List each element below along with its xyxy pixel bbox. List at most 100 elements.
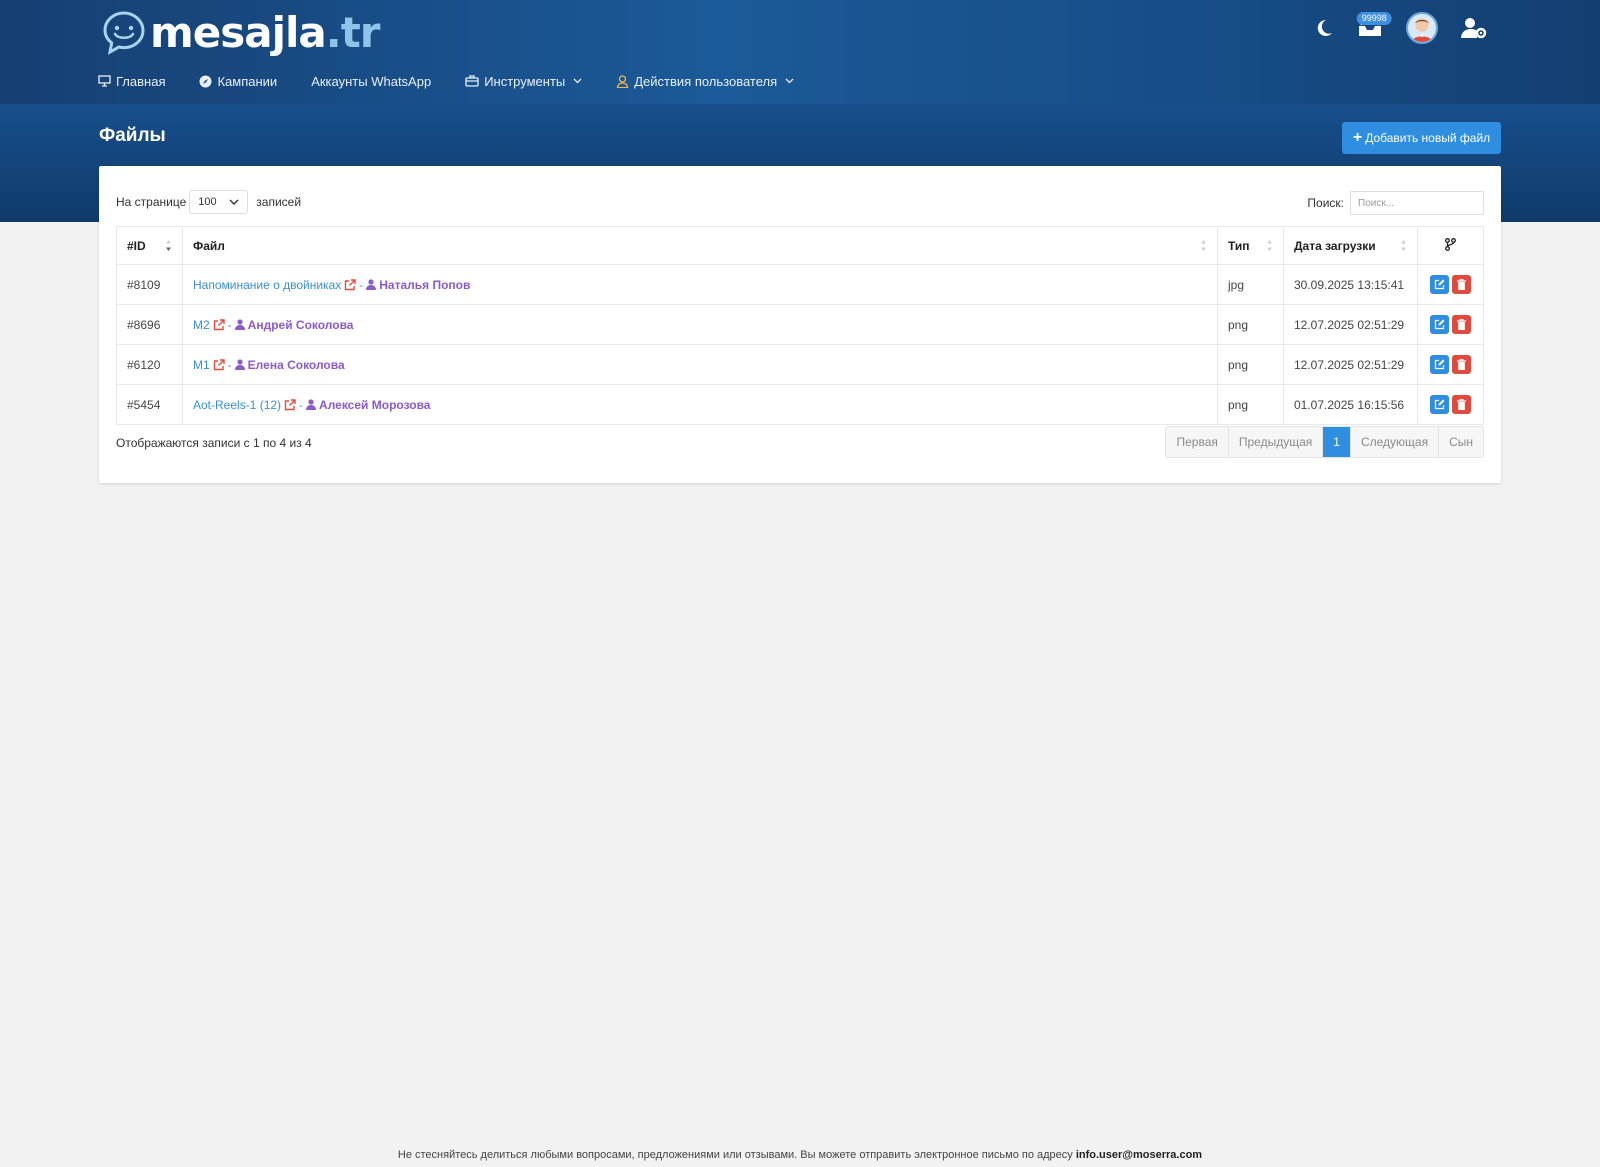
files-table: #ID Файл Тип Дата загрузки #8109 Напомин…: [116, 226, 1484, 425]
pagination: Первая Предыдущая 1 Следующая Сын: [1165, 426, 1484, 458]
header-type-label: Тип: [1228, 238, 1250, 253]
external-link-icon[interactable]: [213, 358, 225, 371]
cell-actions: [1417, 384, 1484, 425]
external-link-icon[interactable]: [344, 278, 356, 291]
column-header-date[interactable]: Дата загрузки: [1283, 226, 1418, 265]
owner-name: Елена Соколова: [247, 357, 345, 372]
footer-email[interactable]: info.user@moserra.com: [1076, 1149, 1202, 1161]
user-icon: [366, 278, 377, 290]
delete-button[interactable]: [1452, 275, 1471, 294]
sort-icon: [1201, 240, 1206, 251]
delete-button[interactable]: [1452, 355, 1471, 374]
sort-icon: [1267, 240, 1272, 251]
page-next[interactable]: Следующая: [1350, 427, 1440, 457]
user-avatar-icon: [1411, 18, 1433, 42]
edit-button[interactable]: [1430, 355, 1449, 374]
table-header-row: #ID Файл Тип Дата загрузки: [116, 226, 1484, 265]
cell-type: png: [1217, 384, 1284, 425]
cell-id: #8696: [116, 304, 183, 345]
trash-icon: [1457, 279, 1466, 290]
nav-user-actions[interactable]: Действия пользователя: [616, 70, 794, 92]
column-header-id[interactable]: #ID: [116, 226, 183, 265]
notifications-button[interactable]: 99998: [1356, 12, 1392, 40]
delete-button[interactable]: [1452, 395, 1471, 414]
user-icon: [234, 318, 245, 330]
search: Поиск:: [1307, 191, 1484, 215]
nav-home-label: Главная: [116, 73, 166, 89]
per-page-value: 100: [198, 196, 217, 208]
main-nav: Главная Кампании Аккаунты WhatsApp Инстр…: [98, 70, 828, 92]
owner-name: Андрей Соколова: [247, 317, 354, 332]
footer-text: Не стесняйтесь делиться любыми вопросами…: [397, 1149, 1073, 1161]
edit-icon: [1434, 399, 1445, 410]
edit-icon: [1434, 319, 1445, 330]
table-row: #5454 Aot-Reels-1 (12) - Алексей Морозова pn…: [116, 384, 1484, 425]
logo[interactable]: mesajla.tr: [100, 8, 380, 58]
nav-tools-label: Инструменты: [484, 73, 566, 89]
cell-date: 01.07.2025 16:15:56: [1283, 384, 1418, 425]
column-header-type[interactable]: Тип: [1217, 226, 1284, 265]
cell-date: 30.09.2025 13:15:41: [1283, 264, 1418, 305]
external-link-icon[interactable]: [213, 318, 225, 331]
cell-id: #6120: [116, 344, 183, 385]
file-owner[interactable]: Андрей Соколова: [234, 317, 354, 332]
edit-button[interactable]: [1430, 395, 1449, 414]
top-bar: mesajla.tr 99998 Главная Кампании Аккаун…: [0, 0, 1600, 104]
file-owner[interactable]: Елена Соколова: [234, 357, 345, 372]
table-row: #8109 Напоминание о двойниках - Наталья Поп…: [116, 264, 1484, 305]
page-prev[interactable]: Предыдущая: [1228, 427, 1324, 457]
owner-name: Алексей Морозова: [319, 397, 431, 412]
monitor-icon: [98, 75, 111, 87]
nav-whatsapp-accounts[interactable]: Аккаунты WhatsApp: [311, 70, 431, 92]
file-link[interactable]: Напоминание о двойниках: [193, 278, 341, 292]
logo-text: mesajla.tr: [150, 8, 380, 57]
file-link[interactable]: M1: [193, 358, 210, 372]
external-link-icon[interactable]: [284, 398, 296, 411]
separator: -: [299, 397, 304, 412]
delete-button[interactable]: [1452, 315, 1471, 334]
compass-icon: [199, 75, 212, 87]
cell-actions: [1417, 264, 1484, 305]
avatar[interactable]: [1406, 12, 1438, 44]
records-label: записей: [256, 195, 302, 209]
search-input[interactable]: [1350, 191, 1484, 215]
trash-icon: [1457, 319, 1466, 330]
per-page-label: На странице: [116, 195, 187, 209]
page-current[interactable]: 1: [1323, 427, 1351, 457]
theme-toggle[interactable]: [1314, 18, 1334, 38]
cell-file: M2 - Андрей Соколова: [182, 304, 1218, 345]
files-card: На странице 100 записей Поиск: #ID Файл …: [99, 166, 1501, 483]
header-id-label: #ID: [127, 238, 146, 253]
branch-icon: [1445, 237, 1456, 251]
page-last[interactable]: Сын: [1439, 427, 1483, 457]
cell-date: 12.07.2025 02:51:29: [1283, 304, 1418, 345]
file-owner[interactable]: Алексей Морозова: [306, 398, 430, 412]
file-owner[interactable]: Наталья Попов: [366, 278, 470, 292]
cell-actions: [1417, 304, 1484, 345]
file-link[interactable]: M2: [193, 318, 210, 332]
add-file-button[interactable]: + Добавить новый файл: [1342, 122, 1501, 154]
edit-button[interactable]: [1430, 315, 1449, 334]
trash-icon: [1457, 359, 1466, 370]
nav-tools[interactable]: Инструменты: [465, 70, 582, 92]
nav-campaigns[interactable]: Кампании: [199, 70, 277, 92]
nav-home[interactable]: Главная: [98, 70, 165, 92]
edit-button[interactable]: [1430, 275, 1449, 294]
user-settings-button[interactable]: [1460, 16, 1488, 40]
user-icon: [306, 398, 317, 410]
file-link[interactable]: Aot-Reels-1 (12): [193, 398, 281, 412]
cell-file: M1 - Елена Соколова: [182, 344, 1218, 385]
column-header-file[interactable]: Файл: [182, 226, 1218, 265]
table-row: #8696 M2 - Андрей Соколова png 12.07.2025 02:…: [116, 304, 1484, 345]
moon-icon: [1317, 19, 1332, 36]
header-file-label: Файл: [193, 238, 225, 253]
page-first[interactable]: Первая: [1166, 427, 1229, 457]
sort-icon: [1401, 240, 1406, 251]
owner-name: Наталья Попов: [379, 277, 471, 292]
cell-type: png: [1217, 344, 1284, 385]
brand-name: mesajla: [150, 8, 327, 57]
per-page-select[interactable]: 100: [189, 190, 249, 214]
chevron-down-icon: [573, 78, 582, 84]
footer: Не стесняйтесь делиться любыми вопросами…: [0, 1149, 1600, 1161]
cell-id: #8109: [116, 264, 183, 305]
